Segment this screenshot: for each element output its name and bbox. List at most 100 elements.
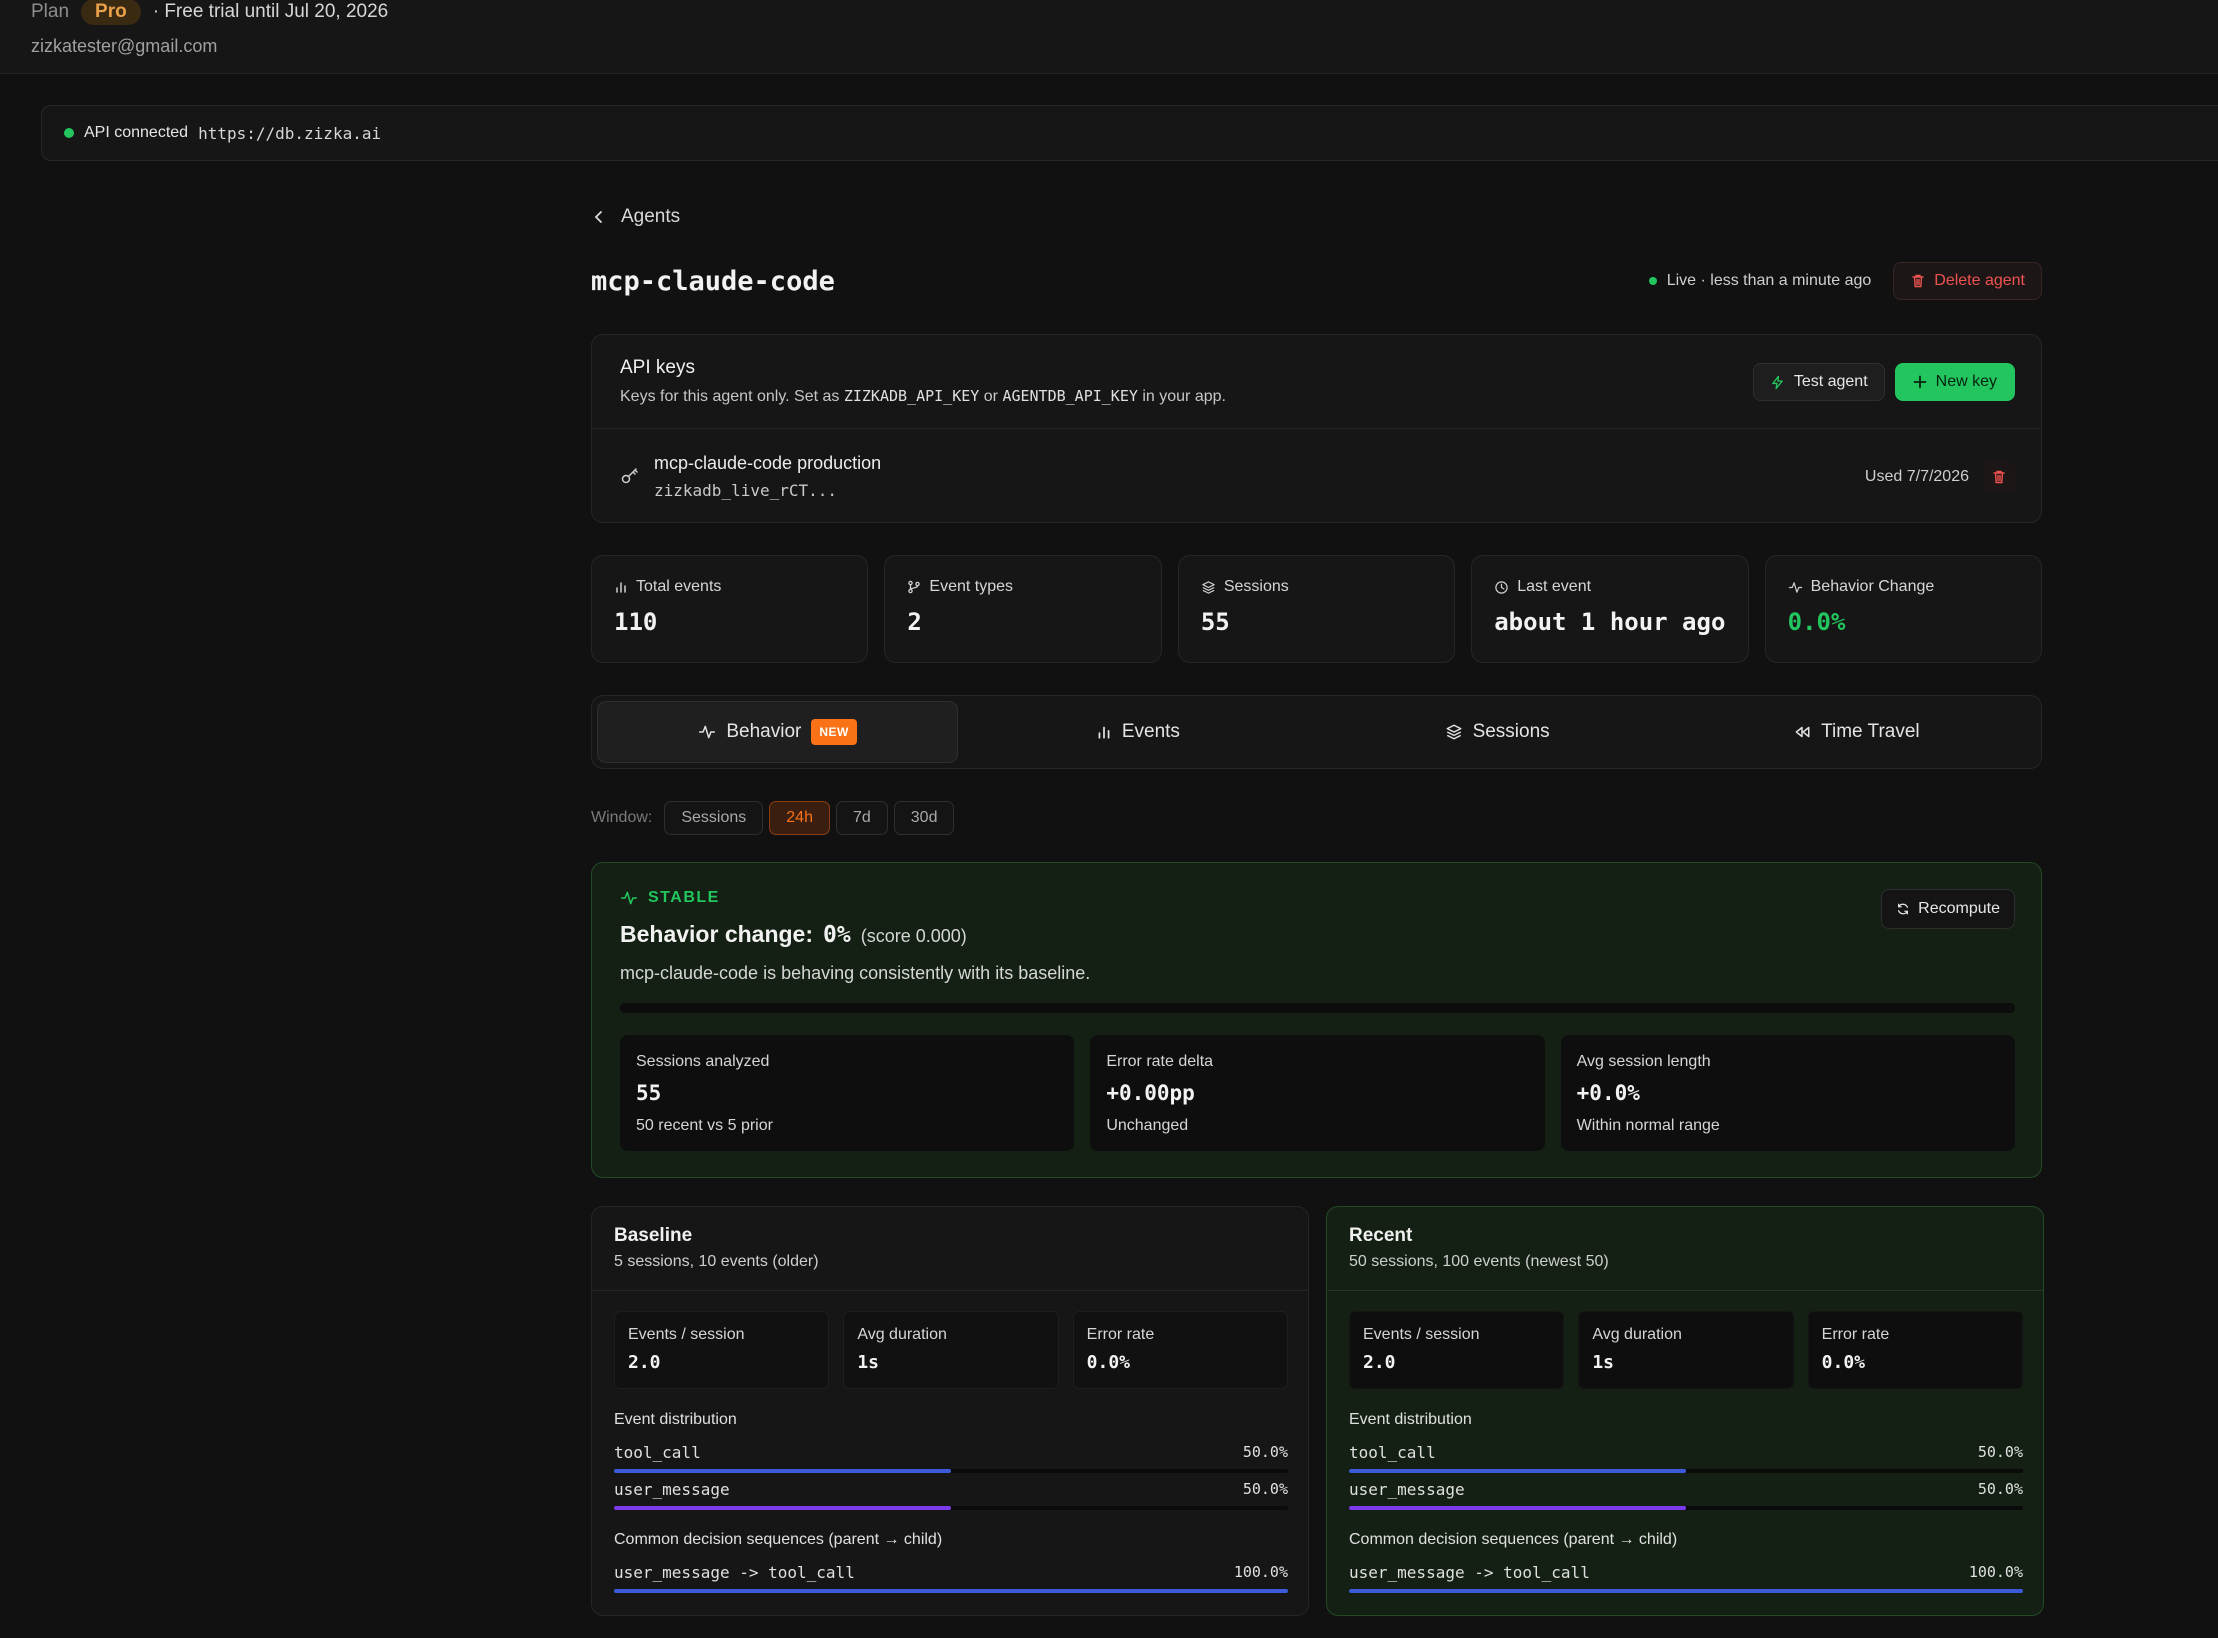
panel-subtitle: 50 sessions, 100 events (newest 50)	[1349, 1253, 1609, 1270]
metric-value: 0.0%	[1086, 1352, 1131, 1373]
metric-label: Events / session	[1363, 1326, 1480, 1343]
metric-events-per-session: Events / session 2.0	[1349, 1311, 1565, 1389]
metric-label: Sessions analyzed	[636, 1053, 770, 1070]
layers-icon	[1446, 724, 1462, 740]
tab-behavior[interactable]: Behavior NEW	[597, 701, 959, 763]
metric-value: 2.0	[628, 1352, 661, 1373]
stat-value: 2	[907, 608, 922, 636]
plan-line: Plan Pro · Free trial until Jul 20, 2026	[31, 0, 388, 25]
sequence-track	[1349, 1589, 2023, 1593]
distribution-percent: 50.0%	[1242, 1480, 1288, 1498]
metric-error-rate-delta: Error rate delta +0.00pp Unchanged	[1090, 1035, 1545, 1151]
api-status-bar: API connected https://db.zizka.ai	[41, 105, 2218, 161]
stat-last-event: Last event about 1 hour ago	[1471, 555, 1749, 663]
distribution-name: tool_call	[614, 1443, 701, 1462]
test-agent-label: Test agent	[1793, 373, 1868, 390]
window-option-30d[interactable]: 30d	[893, 801, 955, 835]
metric-value: 55	[636, 1081, 662, 1105]
stat-value: 55	[1200, 608, 1230, 636]
metric-error-rate: Error rate 0.0%	[1072, 1311, 1288, 1389]
behavior-metrics: Sessions analyzed 55 50 recent vs 5 prio…	[620, 1035, 2015, 1151]
sequence-bar	[614, 1589, 1288, 1593]
activity-icon	[699, 725, 716, 739]
distribution-bar	[1349, 1506, 1686, 1510]
metric-value: 1s	[857, 1352, 880, 1373]
window-option-24h[interactable]: 24h	[769, 801, 830, 835]
plus-icon	[1913, 375, 1927, 389]
delete-agent-button[interactable]: Delete agent	[1893, 262, 2042, 300]
stat-event-types: Event types 2	[884, 555, 1162, 663]
distribution-name: user_message	[1349, 1480, 1465, 1499]
delete-agent-label: Delete agent	[1934, 272, 2025, 289]
sequence-name: user_message -> tool_call	[1349, 1563, 1590, 1582]
stat-total-events: Total events 110	[591, 555, 869, 663]
key-name: mcp-claude-code production	[654, 453, 882, 473]
plan-badge: Pro	[81, 0, 141, 25]
metric-value: 0.0%	[1821, 1352, 1866, 1373]
api-status-label: API connected	[84, 124, 189, 141]
stat-label: Event types	[929, 578, 1014, 595]
clock-icon	[1495, 580, 1508, 594]
live-status-text: Live · less than a minute ago	[1666, 272, 1872, 289]
recent-panel: Recent 50 sessions, 100 events (newest 5…	[1326, 1206, 2044, 1616]
title-row: mcp-claude-code Live · less than a minut…	[591, 260, 2042, 302]
tab-label: Sessions	[1472, 721, 1550, 742]
baseline-panel: Baseline 5 sessions, 10 events (older) E…	[591, 1206, 1309, 1616]
stability-status: STABLE	[620, 889, 720, 907]
api-keys-card: API keys Keys for this agent only. Set a…	[591, 334, 2042, 523]
metric-sessions-analyzed: Sessions analyzed 55 50 recent vs 5 prio…	[620, 1035, 1075, 1151]
metric-value: 2.0	[1363, 1352, 1396, 1373]
metric-label: Avg session length	[1576, 1053, 1711, 1070]
stat-label: Behavior Change	[1810, 578, 1935, 595]
sequence-percent: 100.0%	[1233, 1563, 1288, 1581]
recompute-button[interactable]: Recompute	[1881, 889, 2015, 929]
behavior-change-description: mcp-claude-code is behaving consistently…	[620, 963, 1091, 983]
distribution-percent: 50.0%	[1242, 1443, 1288, 1461]
sequences-label: Common decision sequences (parent → chil…	[1349, 1531, 1678, 1548]
distribution-track	[1349, 1506, 2023, 1510]
bar-chart-icon	[1098, 726, 1110, 739]
metric-avg-session-length: Avg session length +0.0% Within normal r…	[1560, 1035, 2015, 1151]
sequence-bar	[1349, 1589, 2023, 1593]
plan-label: Plan	[31, 1, 70, 22]
metric-subtext: Within normal range	[1576, 1117, 1720, 1134]
window-option-7d[interactable]: 7d	[835, 801, 888, 835]
metric-avg-duration: Avg duration 1s	[1578, 1311, 1794, 1389]
test-agent-button[interactable]: Test agent	[1752, 363, 1885, 401]
delete-key-button[interactable]	[1983, 461, 2015, 493]
sequence-percent: 100.0%	[1968, 1563, 2023, 1581]
tab-time-travel[interactable]: Time Travel	[1677, 701, 2036, 763]
back-link[interactable]: Agents	[591, 200, 2042, 234]
distribution-percent: 50.0%	[1977, 1480, 2023, 1498]
page-title: mcp-claude-code	[591, 265, 835, 297]
behavior-change-value: 0%	[823, 922, 851, 948]
behavior-change-title: Behavior change:	[620, 921, 813, 947]
tab-sessions[interactable]: Sessions	[1318, 701, 1677, 763]
new-key-button[interactable]: New key	[1894, 363, 2015, 401]
stat-value: 110	[614, 608, 658, 636]
behavior-change-bar	[620, 1003, 2015, 1013]
stats-row: Total events 110 Event types 2 Sessions …	[591, 555, 2043, 663]
distribution-name: tool_call	[1349, 1443, 1436, 1462]
chevron-left-icon	[594, 211, 602, 223]
metric-value: +0.00pp	[1106, 1081, 1195, 1105]
window-option-sessions[interactable]: Sessions	[664, 801, 764, 835]
agent-detail: Agents mcp-claude-code Live · less than …	[591, 200, 2044, 1616]
live-dot-icon	[1648, 277, 1657, 285]
key-value: zizkadb_live_rCT...	[654, 481, 838, 500]
distribution-track	[614, 1469, 1288, 1473]
metric-value: +0.0%	[1576, 1081, 1640, 1105]
tab-events[interactable]: Events	[958, 701, 1317, 763]
sequences-label: Common decision sequences (parent → chil…	[614, 1531, 943, 1548]
stat-behavior-change: Behavior Change 0.0%	[1764, 555, 2043, 663]
rewind-icon	[1795, 726, 1810, 738]
env-var-secondary: AGENTDB_API_KEY	[1002, 387, 1138, 405]
sequence-name: user_message -> tool_call	[614, 1563, 855, 1582]
activity-icon	[620, 891, 638, 905]
distribution-bar	[614, 1506, 951, 1510]
key-last-used: Used 7/7/2026	[1864, 468, 1969, 485]
refresh-icon	[1898, 903, 1909, 915]
branch-icon	[908, 580, 921, 594]
distribution-percent: 50.0%	[1977, 1443, 2023, 1461]
tab-bar: Behavior NEW Events Sessions Time Travel	[591, 695, 2042, 769]
